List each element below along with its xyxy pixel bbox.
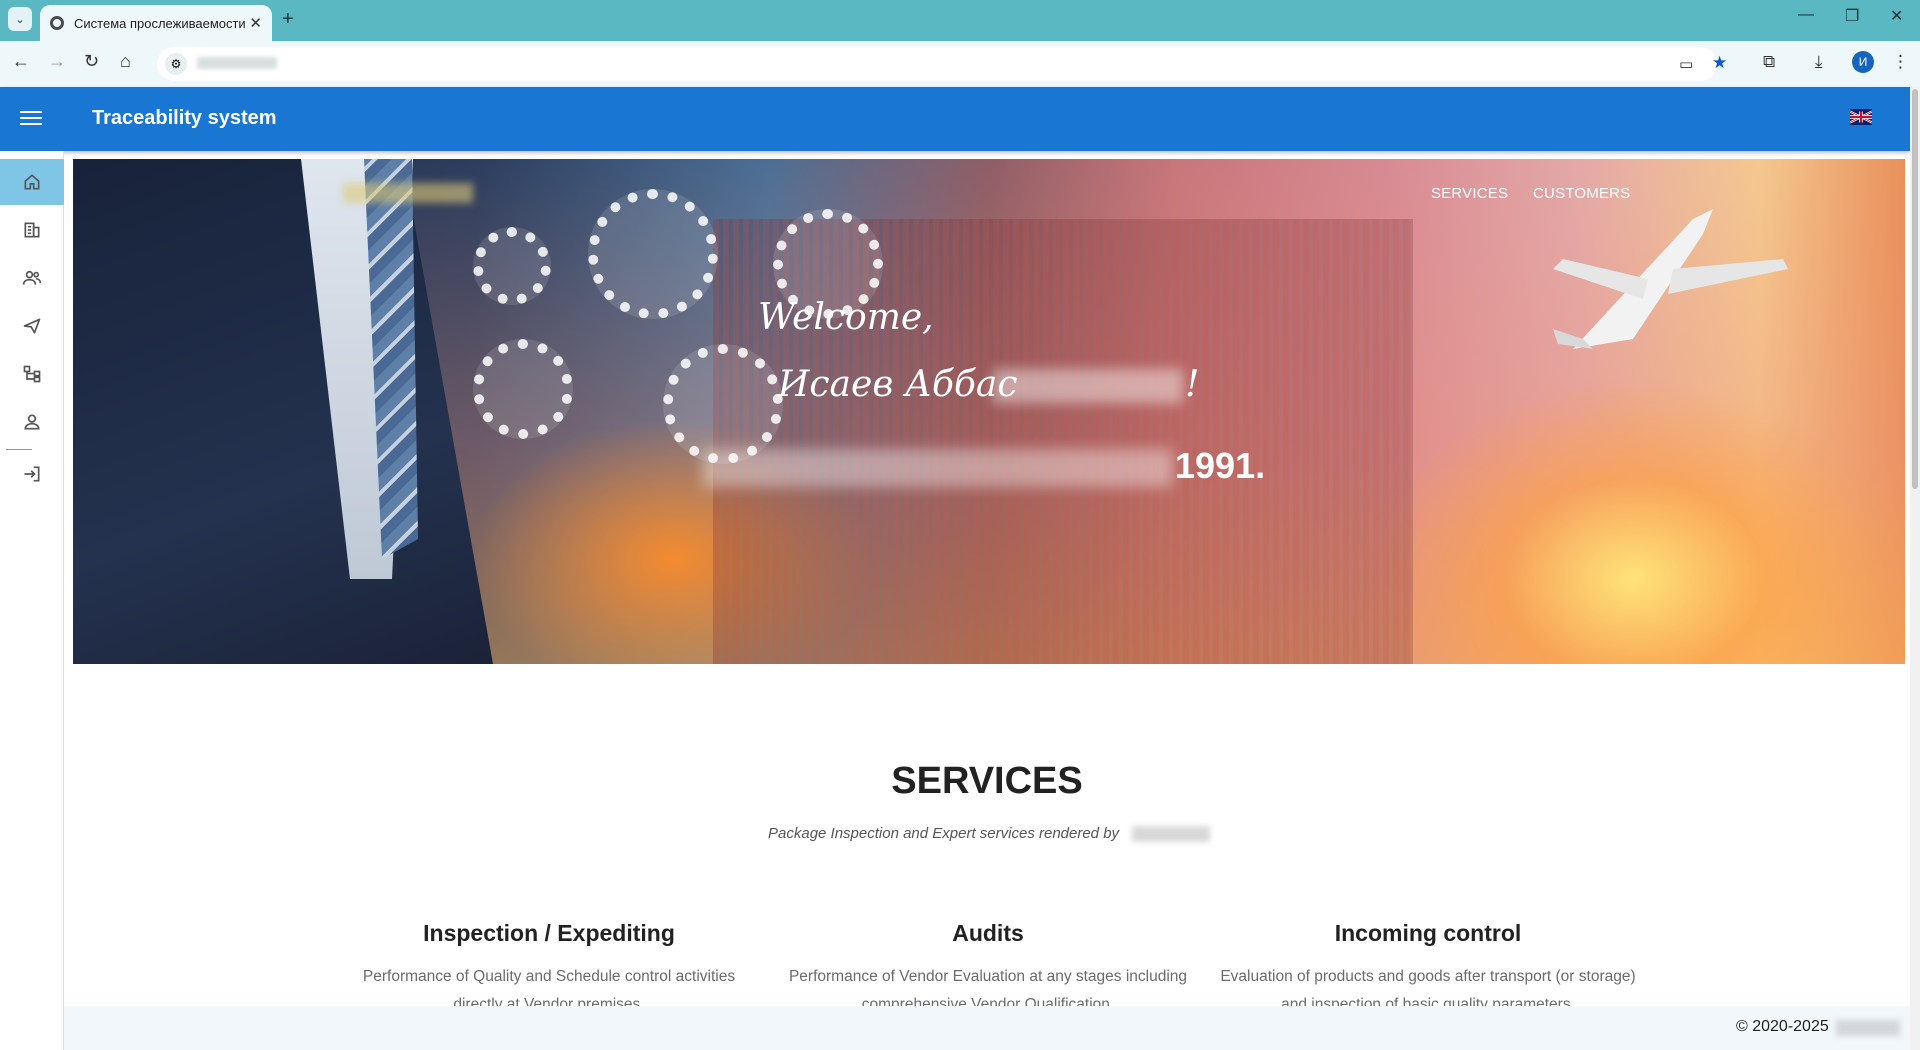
home-button[interactable]: ⌂ xyxy=(120,51,131,72)
users-icon xyxy=(22,270,42,285)
welcome-exclamation: ! xyxy=(1185,364,1200,405)
service-card-inspection: Inspection / Expediting Performance of Q… xyxy=(339,920,759,1019)
sidebar-item-send[interactable] xyxy=(0,303,64,349)
tab-close-icon[interactable]: ✕ xyxy=(249,14,262,32)
copyright-text: © 2020-2025 xyxy=(1736,1018,1829,1035)
url-text xyxy=(197,57,277,69)
window-close-button[interactable]: ✕ xyxy=(1890,6,1903,26)
browser-tab[interactable]: Система прослеживаемости ✕ xyxy=(40,5,272,41)
services-heading: SERVICES xyxy=(891,760,1083,802)
bookmark-star-icon[interactable]: ★ xyxy=(1712,53,1727,73)
forward-button[interactable]: → xyxy=(48,51,66,72)
gear-globe-icon xyxy=(663,344,783,464)
service-card-incoming-control: Incoming control Evaluation of products … xyxy=(1218,920,1638,1019)
back-button[interactable]: ← xyxy=(12,51,30,72)
minimize-button[interactable]: — xyxy=(1798,6,1814,24)
site-settings-icon[interactable]: ⚙ xyxy=(165,53,187,75)
hero-nav-customers[interactable]: CUSTOMERS xyxy=(1533,185,1630,202)
gear-truck-icon xyxy=(473,227,551,305)
services-subtitle: Package Inspection and Expert services r… xyxy=(768,825,1120,842)
sidebar-item-users[interactable] xyxy=(0,255,64,301)
gear-ship-icon xyxy=(588,189,718,319)
redacted-footer-company xyxy=(1836,1020,1900,1036)
install-app-icon[interactable]: ▭ xyxy=(1679,55,1693,73)
new-tab-button[interactable]: + xyxy=(282,8,294,31)
download-icon[interactable]: ⤓ xyxy=(1815,52,1823,72)
redacted-company-name xyxy=(1132,826,1210,842)
hero-nav-services[interactable]: SERVICES xyxy=(1431,185,1508,202)
building-icon xyxy=(24,222,40,238)
browser-toolbar: ← → ↻ ⌂ ⚙ ▭ ★ ⧉ ⤓ И ⋮ xyxy=(0,41,1920,87)
welcome-heading: Welcome, xyxy=(758,297,934,338)
profile-avatar[interactable]: И xyxy=(1852,51,1874,73)
app-bar: Traceability system xyxy=(0,87,1910,151)
airplane-image xyxy=(1553,209,1788,349)
hamburger-menu-icon[interactable] xyxy=(20,107,42,129)
hero-banner: SERVICES CUSTOMERS Welcome, Исаев Аббас … xyxy=(73,159,1905,664)
hero-company-logo[interactable] xyxy=(343,183,473,203)
sidebar-item-profile[interactable] xyxy=(0,399,64,445)
person-icon xyxy=(24,414,40,430)
service-title: Audits xyxy=(952,920,1024,946)
sidebar xyxy=(0,151,64,1050)
menu-dots-icon[interactable]: ⋮ xyxy=(1892,52,1909,72)
app-title: Traceability system xyxy=(92,107,277,129)
gear-clock-icon xyxy=(473,339,573,439)
address-bar[interactable]: ⚙ ▭ ★ xyxy=(157,47,1727,81)
footer: © 2020-2025 xyxy=(64,1006,1910,1050)
page-scrollbar[interactable] xyxy=(1910,87,1920,1050)
reload-button[interactable]: ↻ xyxy=(84,51,99,72)
sidebar-item-structure[interactable] xyxy=(0,351,64,397)
tab-title: Система прослеживаемости xyxy=(74,15,246,31)
restore-button[interactable]: ❐ xyxy=(1845,6,1859,26)
redacted-patronymic xyxy=(993,369,1183,403)
sidebar-divider xyxy=(6,449,32,450)
send-icon xyxy=(23,318,41,334)
tab-search-button[interactable]: ⌄ xyxy=(8,7,32,31)
browser-tab-strip: ⌄ Система прослеживаемости ✕ + — ❐ ✕ xyxy=(0,0,1920,41)
uk-flag-icon[interactable] xyxy=(1850,109,1872,125)
redacted-company-tagline xyxy=(703,449,1173,487)
sidebar-item-companies[interactable] xyxy=(0,207,64,253)
home-icon xyxy=(24,174,40,190)
extensions-icon[interactable]: ⧉ xyxy=(1763,52,1775,72)
service-title: Incoming control xyxy=(1334,920,1522,946)
logout-icon xyxy=(24,466,40,482)
favicon-icon xyxy=(50,16,64,30)
founded-year: 1991. xyxy=(1175,445,1266,486)
service-title: Inspection / Expediting xyxy=(423,920,675,946)
service-card-audits: Audits Performance of Vendor Evaluation … xyxy=(778,920,1198,1019)
scrollbar-thumb[interactable] xyxy=(1912,89,1918,489)
welcome-user-name: Исаев Аббас xyxy=(778,364,1018,405)
hierarchy-icon xyxy=(23,365,41,383)
sidebar-item-home[interactable] xyxy=(0,159,64,205)
sidebar-item-logout[interactable] xyxy=(0,451,64,497)
chevron-down-icon: ⌄ xyxy=(15,13,25,26)
